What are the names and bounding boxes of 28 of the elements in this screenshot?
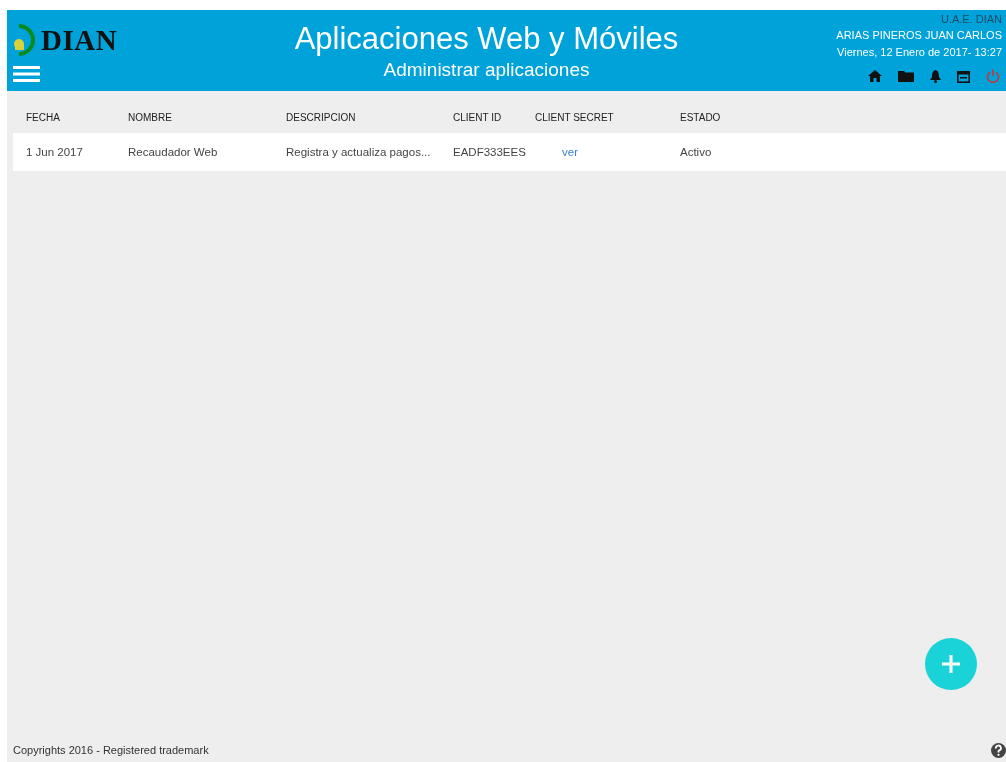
folder-icon[interactable] <box>898 70 914 82</box>
table-cell-text: 1 Jun 2017 <box>25 146 84 158</box>
copyright-text: Copyrights 2016 - Registered trademark <box>13 744 209 756</box>
table-row[interactable]: 1 Jun 2017 Recaudador Web Registra y actualiza pagos... EADF333EES ver Activo <box>13 133 1006 171</box>
home-icon[interactable] <box>868 70 882 82</box>
calendar-icon[interactable] <box>957 69 970 83</box>
table-cell-text: EADF333EES <box>453 146 527 158</box>
help-icon[interactable] <box>991 742 1006 758</box>
plus-icon <box>942 655 960 673</box>
page-subtitle: Administrar aplicaciones <box>383 58 590 82</box>
organization-name: U.A.E. DIAN <box>940 12 1002 27</box>
column-header: ESTADO <box>680 112 722 125</box>
bell-icon[interactable] <box>930 69 941 83</box>
column-header: CLIENT SECRET <box>535 112 615 125</box>
table-cell-text: Registra y actualiza pagos... <box>286 146 432 158</box>
table-cell-text: Recaudador Web <box>128 146 219 158</box>
view-secret-link[interactable]: ver <box>562 146 578 158</box>
column-header: CLIENT ID <box>453 112 503 125</box>
column-header: FECHA <box>25 112 61 125</box>
brand-name: DIAN <box>41 23 118 57</box>
user-name: ARIAS PINEROS JUAN CARLOS <box>836 28 1002 43</box>
page-title: Aplicaciones Web y Móviles <box>294 21 679 57</box>
menu-icon[interactable] <box>13 66 40 82</box>
date-time: Viernes, 12 Enero de 2017- 13:27 <box>837 45 1002 60</box>
column-header: DESCRIPCION <box>286 112 357 125</box>
column-header: NOMBRE <box>128 112 173 125</box>
table-cell-text: Activo <box>680 146 713 158</box>
logo-icon <box>11 22 37 58</box>
